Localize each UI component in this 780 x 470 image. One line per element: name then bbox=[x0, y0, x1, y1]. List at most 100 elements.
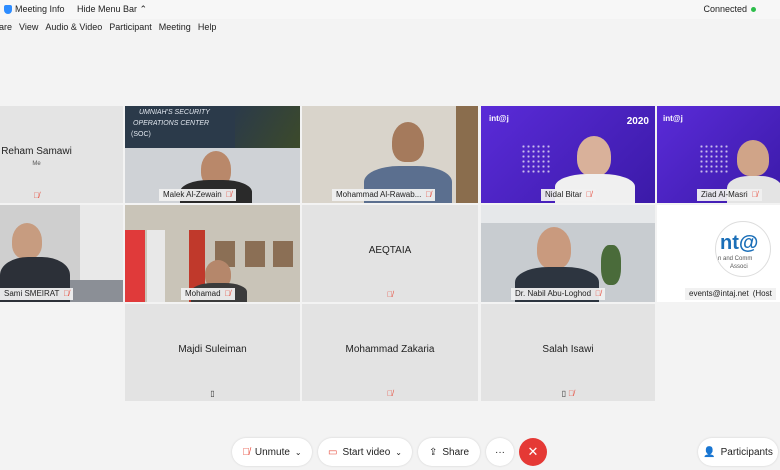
person-head bbox=[392, 122, 424, 162]
participant-name: Majdi Suleiman bbox=[178, 344, 247, 355]
participant-name: Dr. Nabil Abu-Loghod bbox=[515, 289, 592, 298]
tile-mohamad[interactable]: Mohamad 🎙̸ bbox=[125, 205, 300, 302]
tile-salah[interactable]: Salah Isawi ▯ 🎙̸ bbox=[481, 304, 655, 401]
connection-label: Connected bbox=[703, 4, 747, 14]
banner-line: OPERATIONS CENTER bbox=[133, 120, 210, 127]
intaj-logo: int@j bbox=[489, 114, 509, 123]
mic-muted-icon: 🎙̸ bbox=[585, 190, 592, 199]
share-icon: ⇪ bbox=[428, 446, 438, 458]
menu-participant[interactable]: Participant bbox=[109, 22, 152, 38]
share-button[interactable]: ⇪ Share bbox=[418, 438, 480, 466]
participant-name: Reham Samawi bbox=[1, 146, 72, 157]
tile-nidal[interactable]: int@j 2020 Nidal Bitar 🎙̸ bbox=[481, 106, 655, 203]
participant-name: Malek Al-Zewain bbox=[163, 190, 222, 199]
participant-name: Nidal Bitar bbox=[545, 190, 582, 199]
mic-muted-icon: 🎙̸ bbox=[387, 290, 393, 299]
person-head bbox=[537, 227, 571, 269]
person-head bbox=[577, 136, 611, 176]
menu-view[interactable]: View bbox=[19, 22, 38, 38]
menu-bar: hare View Audio & Video Participant Meet… bbox=[0, 22, 216, 38]
banner-line: UMNIAH'S SECURITY bbox=[139, 109, 210, 116]
close-icon: ✕ bbox=[527, 444, 539, 459]
meeting-info-label: Meeting Info bbox=[15, 4, 65, 14]
tile-sami[interactable]: Sami SMEIRAT 🎙̸ bbox=[0, 205, 123, 302]
dot-pattern bbox=[699, 144, 729, 174]
more-button[interactable]: ··· bbox=[486, 438, 514, 466]
logo-text: n and Comm bbox=[718, 256, 753, 262]
tile-ziad[interactable]: int@j Ziad Al-Masri 🎙̸ bbox=[657, 106, 780, 203]
menu-help[interactable]: Help bbox=[198, 22, 217, 38]
participant-name: Sami SMEIRAT bbox=[4, 289, 60, 298]
chevron-up-icon: ⌃ bbox=[139, 4, 148, 14]
participant-name: AEQTAIA bbox=[368, 245, 412, 256]
menu-meeting[interactable]: Meeting bbox=[159, 22, 191, 38]
mic-muted-icon: 🎙̸ bbox=[425, 190, 432, 199]
tile-mohammad-r[interactable]: Mohammad Al-Rawab... 🎙̸ bbox=[302, 106, 478, 203]
more-icon: ··· bbox=[495, 446, 505, 458]
mic-muted-icon: 🎙̸ bbox=[63, 289, 70, 298]
soc-banner: UMNIAH'S SECURITY OPERATIONS CENTER (SOC… bbox=[125, 106, 300, 148]
participants-button[interactable]: 👤 Participants bbox=[698, 438, 778, 466]
tile-aeqtaia[interactable]: AEQTAIA 🎙̸ bbox=[302, 205, 478, 302]
menu-share[interactable]: hare bbox=[0, 22, 12, 38]
dot-pattern bbox=[521, 144, 551, 174]
participant-name: Salah Isawi bbox=[542, 344, 594, 355]
participant-name: Ziad Al-Masri bbox=[701, 190, 748, 199]
participants-label: Participants bbox=[720, 446, 773, 458]
host-tag: (Host bbox=[752, 289, 772, 298]
meeting-info-button[interactable]: Meeting Info bbox=[4, 4, 65, 14]
person-head bbox=[737, 140, 769, 176]
start-video-label: Start video bbox=[342, 446, 391, 458]
hide-menu-bar-label: Hide Menu Bar bbox=[77, 4, 138, 14]
phone-icon: ▯ bbox=[210, 389, 215, 398]
start-video-button[interactable]: ▭ Start video ⌄ bbox=[318, 438, 412, 466]
person-head bbox=[12, 223, 42, 259]
tile-majdi[interactable]: Majdi Suleiman ▯ bbox=[125, 304, 300, 401]
participant-name: Mohammad Al-Rawab... bbox=[336, 190, 422, 199]
participant-name: Mohammad Zakaria bbox=[345, 344, 435, 355]
person-icon: 👤 bbox=[703, 446, 716, 458]
participant-label: Ziad Al-Masri 🎙̸ bbox=[697, 189, 762, 201]
tile-reham[interactable]: Reham Samawi Me 🎙̸ bbox=[0, 106, 123, 203]
participant-label: Sami SMEIRAT 🎙̸ bbox=[0, 288, 74, 300]
menu-audio-video[interactable]: Audio & Video bbox=[45, 22, 102, 38]
mic-muted-icon: 🎙̸ bbox=[33, 191, 40, 200]
tile-malek[interactable]: UMNIAH'S SECURITY OPERATIONS CENTER (SOC… bbox=[125, 106, 300, 203]
connection-status: Connected bbox=[703, 4, 756, 14]
chevron-down-icon[interactable]: ⌄ bbox=[395, 448, 402, 457]
video-off-icon: ▭ bbox=[328, 446, 338, 458]
intaj-logo: int@j bbox=[663, 114, 683, 123]
participant-name: events@intaj.net bbox=[689, 289, 749, 298]
unmute-label: Unmute bbox=[254, 446, 290, 458]
participant-label: Nidal Bitar 🎙̸ bbox=[541, 189, 596, 201]
mic-muted-icon: 🎙̸ bbox=[225, 190, 232, 199]
tile-zakaria[interactable]: Mohammad Zakaria 🎙̸ bbox=[302, 304, 478, 401]
mic-muted-icon: 🎙̸ bbox=[751, 190, 758, 199]
participant-label: Malek Al-Zewain 🎙̸ bbox=[159, 189, 236, 201]
mic-muted-icon: 🎙̸ bbox=[387, 389, 393, 398]
participant-label: Dr. Nabil Abu-Loghod 🎙̸ bbox=[511, 288, 606, 300]
hide-menu-bar-button[interactable]: Hide Menu Bar ⌃ bbox=[77, 4, 147, 15]
tile-nabil[interactable]: Dr. Nabil Abu-Loghod 🎙̸ bbox=[481, 205, 655, 302]
year-badge: 2020 bbox=[626, 116, 649, 127]
mic-muted-icon: 🎙̸ bbox=[224, 289, 231, 298]
participant-label: Mohammad Al-Rawab... 🎙̸ bbox=[332, 189, 436, 201]
mic-status: ▯ 🎙̸ bbox=[561, 389, 575, 398]
connected-dot-icon bbox=[751, 6, 756, 12]
banner-line: (SOC) bbox=[131, 131, 151, 138]
chevron-down-icon[interactable]: ⌄ bbox=[295, 448, 302, 457]
mic-muted-icon: 🎙̸ bbox=[242, 446, 250, 458]
phone-icon: ▯ bbox=[561, 389, 567, 398]
participant-label: Mohamad 🎙̸ bbox=[181, 288, 235, 300]
intaj-logo: nt@ bbox=[720, 232, 759, 254]
participant-name: Mohamad bbox=[185, 289, 221, 298]
unmute-button[interactable]: 🎙̸ Unmute ⌄ bbox=[232, 438, 312, 466]
share-label: Share bbox=[442, 446, 470, 458]
intaj-logo-circle: nt@ n and Comm Associ bbox=[715, 221, 771, 277]
shield-icon bbox=[4, 4, 12, 14]
end-meeting-button[interactable]: ✕ bbox=[519, 438, 547, 466]
mic-muted-icon: 🎙̸ bbox=[595, 289, 602, 298]
title-bar: Meeting Info Hide Menu Bar ⌃ Connected bbox=[0, 0, 780, 19]
logo-text: Associ bbox=[730, 264, 748, 270]
tile-events-host[interactable]: nt@ n and Comm Associ events@intaj.net (… bbox=[657, 205, 780, 302]
